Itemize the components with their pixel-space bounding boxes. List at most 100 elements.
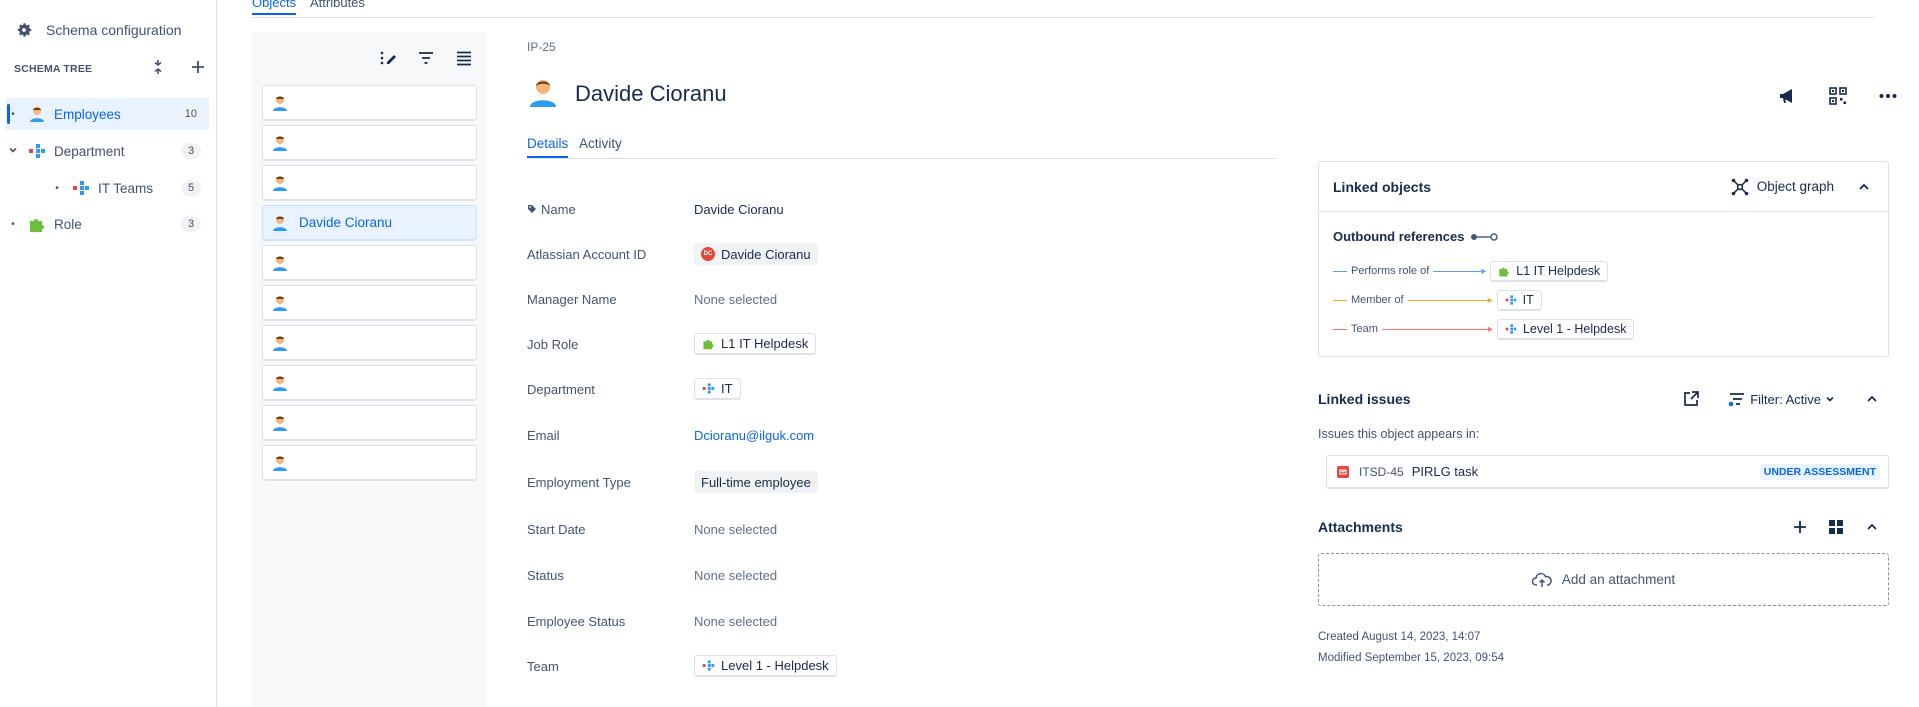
bullet-icon: • — [11, 108, 15, 120]
object-list-item[interactable] — [262, 165, 477, 201]
department-icon — [702, 660, 715, 671]
attribute-row-job-role: Job Role L1 IT Helpdesk — [527, 330, 1247, 358]
bulk-edit-icon[interactable] — [376, 46, 400, 70]
tab-attributes[interactable]: Attributes — [310, 0, 365, 10]
schema-tabs: Objects Attributes — [252, 0, 1874, 18]
more-actions-icon[interactable] — [1876, 84, 1900, 108]
attribute-label: Status — [527, 567, 564, 583]
person-icon — [271, 374, 289, 392]
tree-item-it-teams[interactable]: • IT Teams 5 — [6, 172, 209, 204]
linked-objects-title: Linked objects — [1333, 178, 1432, 195]
attribute-value: None selected — [694, 567, 778, 583]
tree-item-role[interactable]: • Role 3 — [6, 208, 209, 240]
object-title: Davide Cioranu — [575, 80, 727, 106]
tab-activity[interactable]: Activity — [579, 136, 622, 151]
person-icon — [28, 105, 46, 123]
tab-details[interactable]: Details — [527, 136, 569, 158]
object-list-item[interactable] — [262, 405, 477, 441]
department-icon — [1505, 294, 1516, 305]
attribute-row-department: Department IT — [527, 375, 1247, 403]
tree-item-employees[interactable]: • Employees 10 — [6, 98, 209, 130]
reference-target-chip[interactable]: L1 IT Helpdesk — [1490, 260, 1609, 282]
tree-item-count: 3 — [181, 143, 201, 159]
collapse-all-icon[interactable] — [148, 57, 168, 77]
tree-item-department[interactable]: Department 3 — [6, 135, 209, 167]
email-link[interactable]: Dcioranu@ilguk.com — [694, 428, 814, 443]
object-list-item[interactable] — [262, 365, 477, 401]
chevron-up-icon[interactable] — [1854, 177, 1874, 197]
puzzle-icon — [1499, 267, 1509, 276]
attribute-label: Employment Type — [527, 474, 631, 490]
attribute-label: Email — [527, 427, 560, 443]
qr-code-icon[interactable] — [1826, 84, 1850, 108]
add-attachment-icon[interactable] — [1789, 516, 1811, 538]
status-badge: UNDER ASSESSMENT — [1759, 463, 1880, 480]
chevron-up-icon[interactable] — [1861, 388, 1883, 410]
person-icon — [271, 294, 289, 312]
object-actions — [1776, 84, 1900, 108]
chevron-up-icon[interactable] — [1861, 516, 1883, 538]
person-icon — [271, 214, 289, 232]
person-icon — [271, 94, 289, 112]
reference-relation: Team — [1351, 323, 1378, 335]
object-list-item[interactable] — [262, 325, 477, 361]
reference-row: Team ▸ Level 1 - Helpdesk — [1333, 317, 1635, 341]
outbound-references-heading: Outbound references — [1333, 229, 1499, 244]
object-list-item[interactable]: Davide Cioranu — [262, 205, 477, 241]
attribute-label: Start Date — [527, 521, 586, 537]
feedback-icon[interactable] — [1776, 84, 1800, 108]
schema-configuration-label: Schema configuration — [46, 22, 182, 38]
attribute-row-name: Name Davide Cioranu — [527, 195, 1247, 223]
outbound-arrow-icon — [1471, 232, 1499, 241]
object-list-item[interactable] — [262, 85, 477, 121]
attribute-row-email: Email Dcioranu@ilguk.com — [527, 421, 1247, 449]
object-list-item[interactable] — [262, 445, 477, 481]
attribute-label: Atlassian Account ID — [527, 246, 647, 262]
list-toolbar — [376, 46, 476, 70]
modified-timestamp: Modified September 15, 2023, 09:54 — [1318, 652, 1505, 664]
department-object-chip[interactable]: IT — [694, 378, 741, 400]
add-object-type-icon[interactable] — [188, 57, 208, 77]
attribute-label: Employee Status — [527, 613, 626, 629]
puzzle-icon — [703, 339, 714, 350]
attribute-value: None selected — [694, 521, 778, 537]
add-attachment-dropzone[interactable]: Add an attachment — [1318, 553, 1889, 606]
chevron-down-icon — [1826, 396, 1834, 402]
object-tabs: Details Activity — [527, 136, 1277, 159]
object-graph-button[interactable]: Object graph — [1731, 178, 1834, 196]
schema-configuration-link[interactable]: Schema configuration — [14, 20, 181, 40]
attribute-value: Level 1 - Helpdesk — [694, 655, 837, 677]
attribute-label: Name — [527, 202, 694, 217]
team-object-chip[interactable]: Level 1 - Helpdesk — [694, 655, 837, 677]
reference-line — [1333, 328, 1347, 330]
tree-item-label: Role — [54, 216, 82, 232]
filter-icon — [1728, 393, 1745, 407]
reference-line — [1333, 270, 1347, 272]
attribute-row-status: Status None selected — [527, 561, 1247, 589]
list-view-icon[interactable] — [452, 46, 476, 70]
filter-icon[interactable] — [414, 46, 438, 70]
object-list-item[interactable] — [262, 245, 477, 281]
user-avatar: DC — [701, 247, 715, 261]
attribute-value: IT — [694, 378, 741, 400]
person-avatar-icon — [527, 76, 559, 111]
attribute-row-start-date: Start Date None selected — [527, 515, 1247, 543]
object-list-item[interactable] — [262, 285, 477, 321]
reference-target-chip[interactable]: Level 1 - Helpdesk — [1496, 318, 1635, 340]
reference-target-chip[interactable]: IT — [1496, 289, 1542, 311]
linked-issues-header: Linked issues Filter: Active — [1318, 387, 1889, 411]
grid-view-icon[interactable] — [1825, 516, 1847, 538]
issue-summary: PIRLG task — [1411, 464, 1479, 479]
chevron-down-icon[interactable] — [6, 145, 20, 158]
attribute-label: Department — [527, 381, 595, 397]
role-object-chip[interactable]: L1 IT Helpdesk — [694, 333, 817, 355]
object-list-item[interactable] — [262, 125, 477, 161]
issue-key: ITSD-45 — [1359, 464, 1404, 479]
person-icon — [271, 254, 289, 272]
user-chip[interactable]: DC Davide Cioranu — [694, 243, 818, 265]
department-icon — [702, 383, 715, 394]
tab-objects[interactable]: Objects — [252, 0, 297, 15]
filter-active-dropdown[interactable]: Filter: Active — [1728, 391, 1835, 407]
linked-issue-card[interactable]: ITSD-45 PIRLG task UNDER ASSESSMENT — [1326, 455, 1889, 489]
open-external-icon[interactable] — [1680, 388, 1702, 410]
